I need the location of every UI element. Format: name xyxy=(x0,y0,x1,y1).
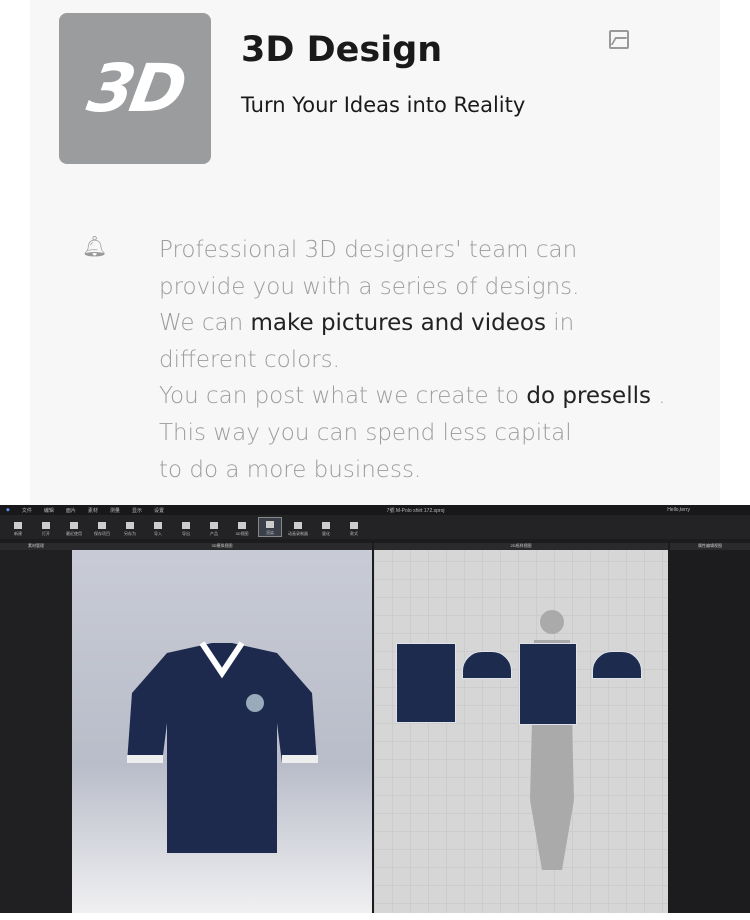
toolbar-label: 保存项目 xyxy=(94,531,110,536)
tool-icon xyxy=(14,522,22,529)
toolbar-label: 导出 xyxy=(182,531,190,536)
bell-icon: 🔔︎ xyxy=(82,236,108,258)
description-line: provide you with a series of designs. xyxy=(159,269,679,306)
description-line: different colors. xyxy=(159,342,679,379)
app-logo-icon: ◆ xyxy=(6,507,10,513)
image-icon xyxy=(609,30,629,49)
toolbar-label: 导入 xyxy=(154,531,162,536)
toolbar-button[interactable]: 导入 xyxy=(146,517,170,537)
toolbar-button[interactable]: 新建 xyxy=(6,517,30,537)
toolbar-label: 量化 xyxy=(322,531,330,536)
description: Professional 3D designers' team can provi… xyxy=(159,232,679,488)
toolbar-label: 打开 xyxy=(42,531,50,536)
tool-icon xyxy=(210,522,218,529)
tool-icon xyxy=(322,522,330,529)
menu-item[interactable]: 显示 xyxy=(132,507,142,514)
tool-icon xyxy=(182,522,190,529)
tool-icon xyxy=(350,522,358,529)
property-panel: 属性编辑视图 xyxy=(670,543,750,913)
highlight-text: do presells xyxy=(526,383,651,410)
menu-item[interactable]: 文件 xyxy=(22,507,32,514)
toolbar-label: 产品 xyxy=(210,531,218,536)
pattern-piece[interactable] xyxy=(462,651,512,679)
tool-icon xyxy=(98,522,106,529)
tool-icon xyxy=(294,522,302,529)
menu-item[interactable]: 编辑 xyxy=(44,507,54,514)
toolbar-button[interactable]: 另存为 xyxy=(118,517,142,537)
toolbar-button[interactable]: 渲染 xyxy=(258,517,282,537)
tool-icon xyxy=(42,522,50,529)
toolbar-label: 动画录制器 xyxy=(288,531,308,536)
text: You can post what we create to xyxy=(159,383,527,410)
toolbar-button[interactable]: 款式 xyxy=(342,517,366,537)
toolbar-label: 款式 xyxy=(350,531,358,536)
toolbar-label: 渲染 xyxy=(266,530,274,535)
page-title: 3D Design xyxy=(241,30,443,70)
tool-icon xyxy=(238,522,246,529)
3d-logo: 3D xyxy=(59,13,211,164)
text: provide you with a series of designs. xyxy=(159,273,580,300)
toolbar-button[interactable]: 产品 xyxy=(202,517,226,537)
toolbar-button[interactable]: 导出 xyxy=(174,517,198,537)
description-line: We can make pictures and videos in xyxy=(159,305,679,342)
3d-view[interactable]: 3D模拟视图 xyxy=(72,543,372,913)
design-app-screenshot: ◆ 文件 编辑 面片 素材 测量 显示 设置 7號 M-Polo shirt 172.spr… xyxy=(0,505,750,913)
toolbar-label: 另存为 xyxy=(124,531,136,536)
tool-icon xyxy=(70,522,78,529)
toolbar-button[interactable]: 量化 xyxy=(314,517,338,537)
avatar-silhouette xyxy=(530,610,574,870)
menu-bar: ◆ 文件 编辑 面片 素材 测量 显示 设置 7號 M-Polo shirt 172.spr… xyxy=(0,505,750,515)
toolbar-button[interactable]: 动画录制器 xyxy=(286,517,310,537)
text: . xyxy=(650,383,666,410)
menu-item[interactable]: 设置 xyxy=(154,507,164,514)
tool-icon xyxy=(126,522,134,529)
toolbar-button[interactable]: 3D视图 xyxy=(230,517,254,537)
description-line: Professional 3D designers' team can xyxy=(159,232,679,269)
toolbar: 新建 打开 最近使用 保存项目 另存为 导入 导出 产品 3D视图 渲染 动画录制器 量化 款式 xyxy=(0,515,750,539)
text: in xyxy=(545,310,575,337)
text: This way you can spend less capital xyxy=(159,419,572,446)
highlight-text: make pictures and videos xyxy=(250,310,546,337)
material-panel: 素材管理 xyxy=(0,543,72,913)
toolbar-label: 新建 xyxy=(14,531,22,536)
pattern-piece[interactable] xyxy=(396,643,456,723)
toolbar-label: 3D视图 xyxy=(235,531,249,536)
text: different colors. xyxy=(159,346,340,373)
2d-pattern-view[interactable]: 2D纸样视图 xyxy=(374,543,668,913)
description-line: This way you can spend less capital xyxy=(159,415,679,452)
pattern-piece[interactable] xyxy=(592,651,642,679)
description-line: You can post what we create to do presel… xyxy=(159,378,679,415)
toolbar-button[interactable]: 保存项目 xyxy=(90,517,114,537)
tool-icon xyxy=(266,521,274,528)
menu-item[interactable]: 测量 xyxy=(110,507,120,514)
text: to do a more business. xyxy=(159,456,422,483)
page-subtitle: Turn Your Ideas into Reality xyxy=(241,93,526,117)
menu-item[interactable]: 素材 xyxy=(88,507,98,514)
window-title: 7號 M-Polo shirt 172.sproj xyxy=(386,507,445,514)
pattern-piece[interactable] xyxy=(519,643,577,725)
tool-icon xyxy=(154,522,162,529)
text: We can xyxy=(159,310,251,337)
text: Professional 3D designers' team can xyxy=(159,237,578,263)
menu-item[interactable]: 面片 xyxy=(66,507,76,514)
toolbar-button[interactable]: 打开 xyxy=(34,517,58,537)
user-name[interactable]: Hello,terry xyxy=(667,507,690,513)
toolbar-label: 最近使用 xyxy=(66,531,82,536)
polo-shirt-3d xyxy=(127,641,318,853)
description-line: to do a more business. xyxy=(159,452,679,489)
toolbar-button[interactable]: 最近使用 xyxy=(62,517,86,537)
